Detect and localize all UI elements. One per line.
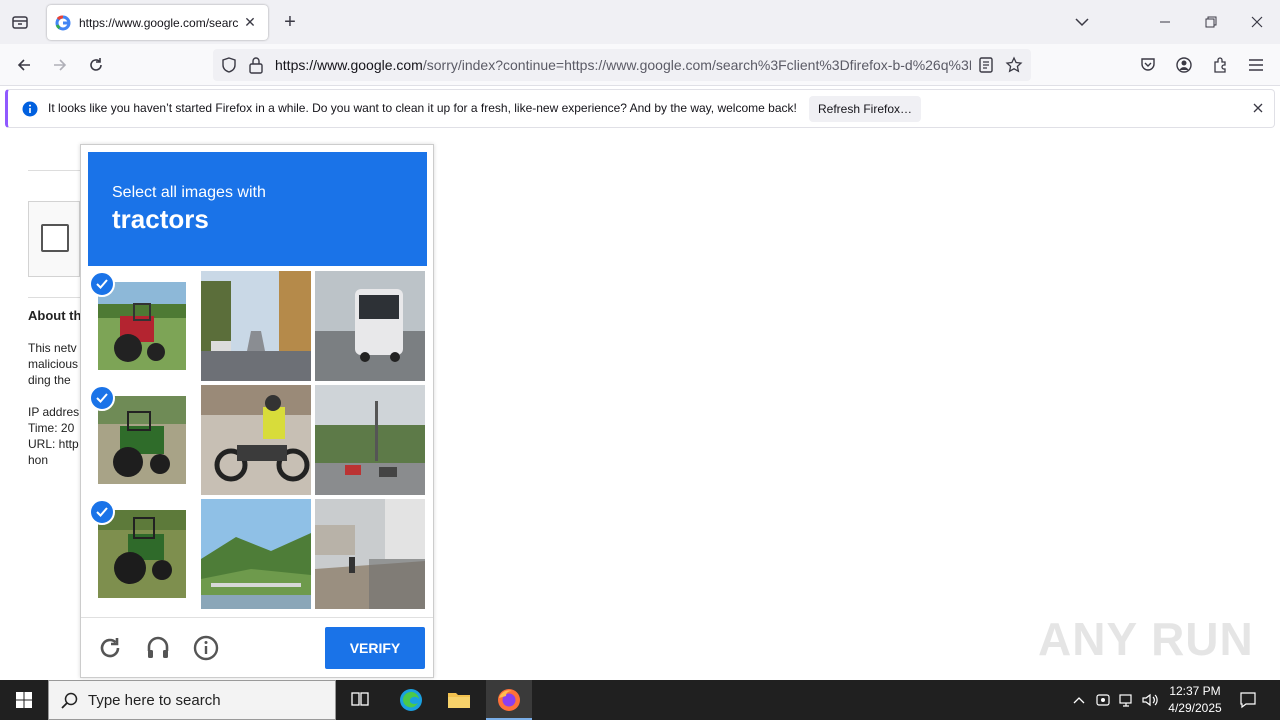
- about-heading: About th: [28, 308, 82, 323]
- google-favicon-icon: [55, 15, 71, 31]
- reload-icon[interactable]: [81, 50, 111, 80]
- pocket-icon[interactable]: [1133, 50, 1163, 80]
- anyrun-watermark: ANY RUN: [1038, 613, 1254, 665]
- reader-view-icon[interactable]: [978, 56, 994, 79]
- notification-text: It looks like you haven’t started Firefo…: [48, 101, 797, 115]
- refresh-firefox-button[interactable]: Refresh Firefox…: [809, 96, 921, 122]
- recaptcha-checkbox[interactable]: [41, 224, 69, 252]
- firefox-taskbar-button[interactable]: [486, 680, 532, 720]
- taskbar-search-box[interactable]: Type here to search: [48, 680, 336, 720]
- image-tile-7[interactable]: [98, 510, 186, 598]
- clock-date: 4/29/2025: [1168, 701, 1222, 715]
- image-tile-4[interactable]: [98, 396, 186, 484]
- challenge-instruction: Select all images with: [112, 184, 266, 201]
- image-tile-8[interactable]: [201, 499, 311, 609]
- search-icon: [61, 692, 79, 715]
- task-view-icon[interactable]: [345, 685, 375, 715]
- selected-check-icon: [89, 499, 115, 525]
- recaptcha-anchor-box: [28, 201, 80, 277]
- menu-icon[interactable]: [1241, 50, 1271, 80]
- extensions-icon[interactable]: [1205, 50, 1235, 80]
- restore-icon[interactable]: [1196, 7, 1226, 37]
- image-tile-5[interactable]: [201, 385, 311, 495]
- page-line-2: malicious: [28, 357, 79, 371]
- url-host: https://www.google.com: [275, 57, 423, 73]
- forward-icon[interactable]: [45, 50, 75, 80]
- page-divider-2: [28, 297, 80, 298]
- audio-challenge-icon[interactable]: [145, 635, 171, 666]
- image-tile-9[interactable]: [315, 499, 425, 609]
- back-icon[interactable]: [9, 50, 39, 80]
- tab-overview-icon[interactable]: [5, 7, 35, 37]
- recaptcha-challenge: Select all images with tractors VERIFY: [80, 144, 434, 678]
- url-line: URL: http: [28, 437, 79, 451]
- challenge-header: Select all images with tractors: [88, 152, 427, 266]
- info-icon: [22, 101, 38, 122]
- edge-browser-icon[interactable]: [396, 685, 426, 715]
- challenge-target: tractors: [112, 204, 209, 234]
- page-line-3: ding the: [28, 373, 71, 387]
- help-info-icon[interactable]: [193, 635, 219, 666]
- firefox-icon: [497, 688, 521, 717]
- close-window-icon[interactable]: [1242, 7, 1272, 37]
- image-tile-2[interactable]: [201, 271, 311, 381]
- refresh-firefox-notification: It looks like you haven’t started Firefo…: [5, 89, 1275, 128]
- challenge-footer: VERIFY: [81, 617, 433, 677]
- tracking-shield-icon[interactable]: [220, 56, 238, 79]
- taskbar-clock[interactable]: 12:37 PM 4/29/2025: [1158, 683, 1232, 717]
- image-tile-1[interactable]: [98, 282, 186, 370]
- file-explorer-icon[interactable]: [444, 685, 474, 715]
- clock-time: 12:37 PM: [1169, 684, 1221, 698]
- tab-title: https://www.google.com/search: [79, 15, 239, 30]
- nav-bar: https://www.google.com/sorry/index?conti…: [0, 44, 1280, 86]
- tab-close-icon[interactable]: ✕: [241, 13, 259, 31]
- windows-start-icon[interactable]: [9, 685, 39, 715]
- tab-bar: https://www.google.com/search ✕ +: [0, 0, 1280, 44]
- minimize-icon[interactable]: [1150, 7, 1180, 37]
- list-tabs-icon[interactable]: [1067, 7, 1097, 37]
- taskbar-search-placeholder: Type here to search: [88, 692, 221, 709]
- image-tile-3[interactable]: [315, 271, 425, 381]
- url-text[interactable]: https://www.google.com/sorry/index?conti…: [275, 57, 971, 73]
- account-icon[interactable]: [1169, 50, 1199, 80]
- notification-close-icon[interactable]: [1251, 101, 1265, 120]
- url-bar[interactable]: https://www.google.com/sorry/index?conti…: [213, 49, 1031, 81]
- image-tile-6[interactable]: [315, 385, 425, 495]
- reload-challenge-icon[interactable]: [97, 635, 123, 666]
- lock-icon[interactable]: [248, 56, 264, 79]
- verify-button[interactable]: VERIFY: [325, 627, 425, 669]
- ip-address-line: IP addres: [28, 405, 80, 419]
- selected-check-icon: [89, 271, 115, 297]
- new-tab-icon[interactable]: +: [275, 7, 305, 37]
- url-path: /sorry/index?continue=https://www.google…: [422, 57, 971, 73]
- notifications-icon[interactable]: [1233, 685, 1263, 715]
- bookmark-star-icon[interactable]: [1005, 56, 1023, 79]
- selected-check-icon: [89, 385, 115, 411]
- page-divider: [28, 170, 80, 171]
- page-line-1: This netv: [28, 341, 77, 355]
- taskbar: Type here to search 12:37 PM 4/29/2025: [0, 680, 1280, 720]
- page-line-hon: hon: [28, 453, 49, 467]
- time-line: Time: 20: [28, 421, 75, 435]
- browser-tab[interactable]: https://www.google.com/search ✕: [47, 5, 268, 40]
